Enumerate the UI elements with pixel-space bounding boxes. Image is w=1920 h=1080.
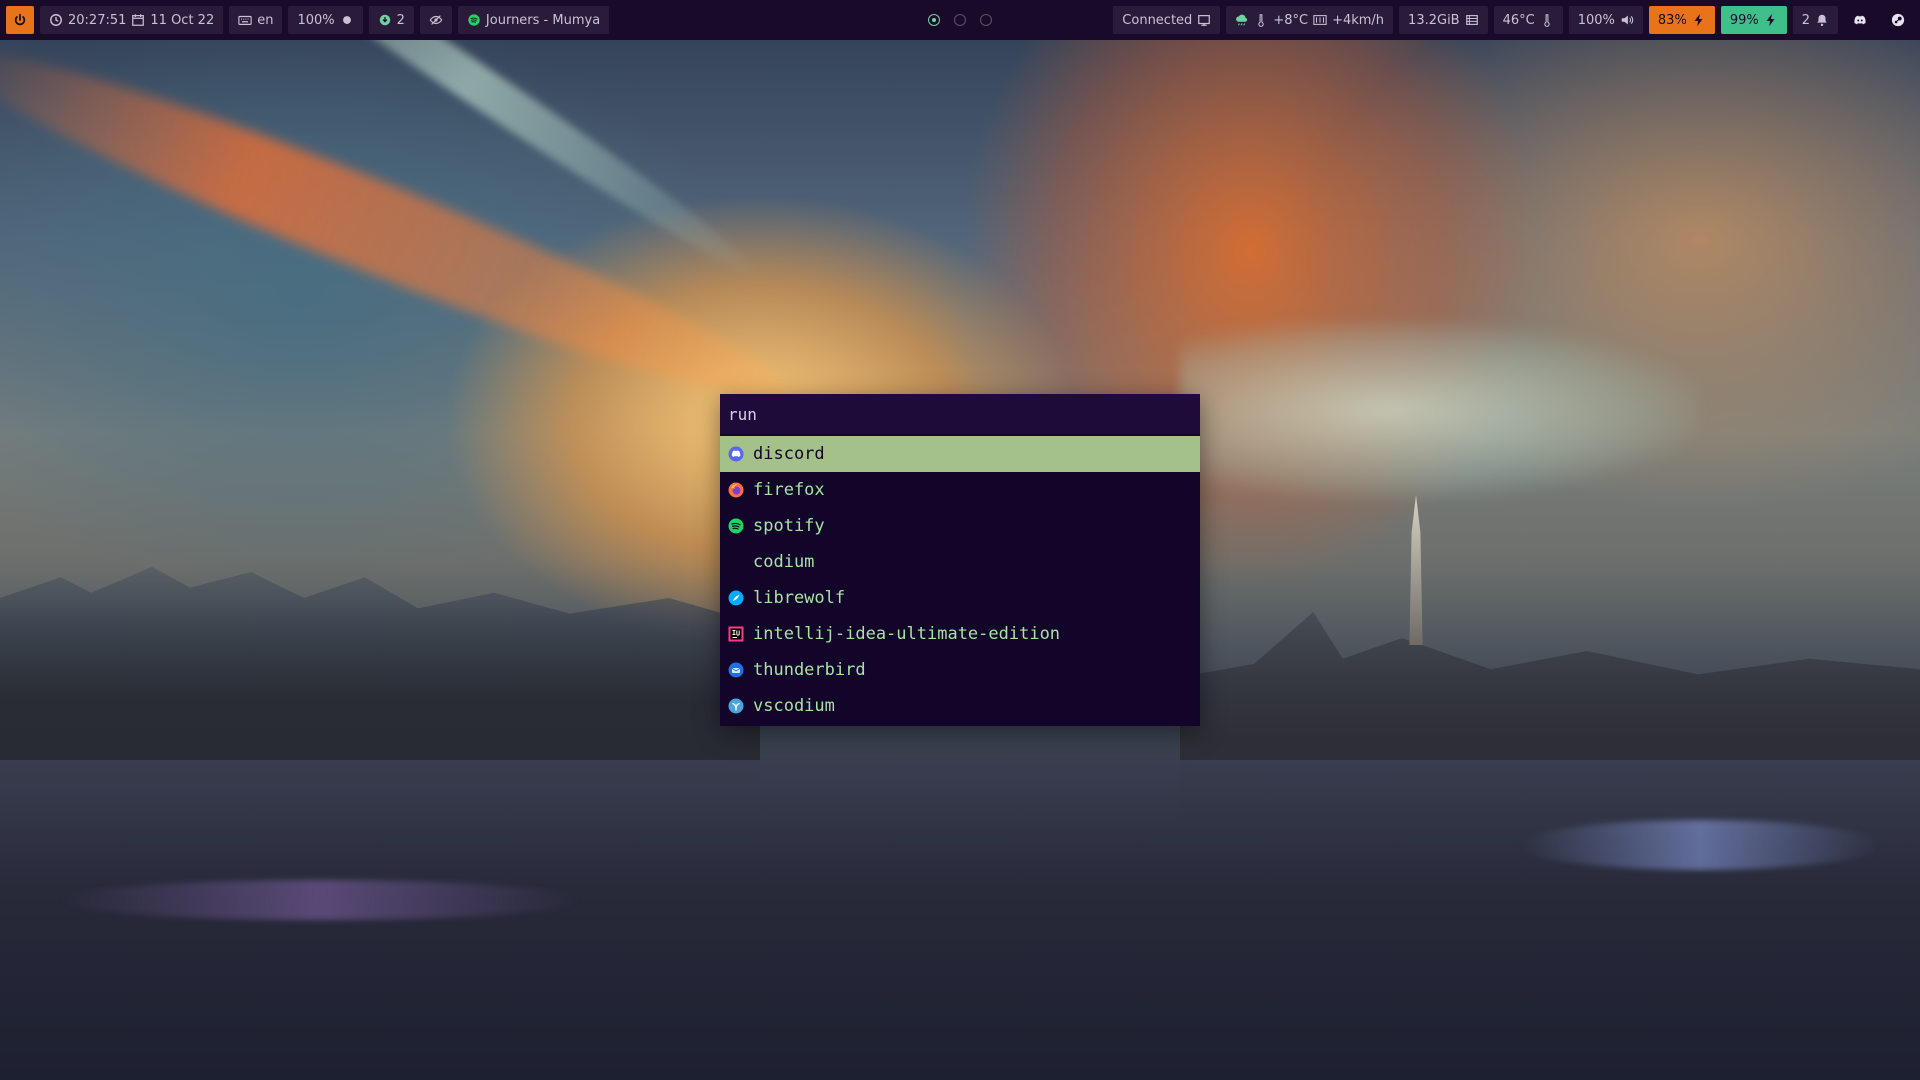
launcher-item-label: vscodium xyxy=(753,696,835,716)
media-player-module[interactable]: Journers - Mumya xyxy=(457,6,610,34)
volume-icon xyxy=(1620,13,1634,27)
launcher-prompt-label: run xyxy=(728,404,757,424)
network-status: Connected xyxy=(1122,12,1193,28)
wallpaper-cloud xyxy=(1180,320,1700,500)
cloud-rain-icon xyxy=(1235,13,1249,27)
updates-module[interactable]: 2 xyxy=(368,6,414,34)
wallpaper-water xyxy=(0,760,1920,1080)
updates-count: 2 xyxy=(396,12,405,28)
launcher-item-thunderbird[interactable]: thunderbird xyxy=(720,652,1200,688)
memory-value: 13.2GiB xyxy=(1408,12,1460,28)
keyboard-layout-module[interactable]: en xyxy=(229,6,283,34)
launcher-item-librewolf[interactable]: librewolf xyxy=(720,580,1200,616)
keyboard-icon xyxy=(238,13,252,27)
memory-icon xyxy=(1465,13,1479,27)
volume-module[interactable]: 100% xyxy=(1568,6,1643,34)
brightness-module[interactable]: 100% xyxy=(288,6,363,34)
weather-wind: +4km/h xyxy=(1332,12,1385,28)
bar-right-modules: Connected +8°C +4km/h 13.2GiB 46°C 100% … xyxy=(1113,6,1914,34)
discord-icon xyxy=(1853,13,1867,27)
clock-date: 11 Oct 22 xyxy=(150,12,215,28)
bar-left-modules: 20:27:51 11 Oct 22 en 100% 2 Journers - … xyxy=(6,6,610,34)
now-playing-label: Journers - Mumya xyxy=(485,12,601,28)
brightness-icon xyxy=(340,13,354,27)
tray-steam[interactable] xyxy=(1882,6,1914,34)
memory-module[interactable]: 13.2GiB xyxy=(1399,6,1488,34)
wind-icon xyxy=(1313,13,1327,27)
launcher-item-intellij[interactable]: intellij-idea-ultimate-edition xyxy=(720,616,1200,652)
launcher-item-label: firefox xyxy=(753,480,825,500)
bell-icon xyxy=(1815,13,1829,27)
workspace-indicators xyxy=(928,14,992,26)
app-launcher: run discord firefox spotify codium libre… xyxy=(720,394,1200,726)
tray-discord[interactable] xyxy=(1844,6,1876,34)
launcher-prompt[interactable]: run xyxy=(720,394,1200,434)
power-button[interactable] xyxy=(6,6,34,34)
temperature-module[interactable]: 46°C xyxy=(1493,6,1563,34)
launcher-item-label: spotify xyxy=(753,516,825,536)
launcher-item-firefox[interactable]: firefox xyxy=(720,472,1200,508)
intellij-icon xyxy=(728,626,744,642)
top-bar: 20:27:51 11 Oct 22 en 100% 2 Journers - … xyxy=(0,0,1920,40)
clock-icon xyxy=(49,13,63,27)
firefox-icon xyxy=(728,482,744,498)
update-icon xyxy=(378,13,392,27)
discord-icon xyxy=(728,446,744,462)
battery-module-2[interactable]: 99% xyxy=(1720,6,1787,34)
spotify-icon xyxy=(467,13,481,27)
eye-slash-icon xyxy=(429,13,443,27)
cpu-temperature: 46°C xyxy=(1502,12,1535,28)
wallpaper-reflection xyxy=(60,880,580,920)
workspace-3[interactable] xyxy=(980,14,992,26)
brightness-value: 100% xyxy=(297,12,335,28)
volume-value: 100% xyxy=(1577,12,1615,28)
network-module[interactable]: Connected xyxy=(1113,6,1221,34)
charging-icon xyxy=(1692,13,1706,27)
vscodium-icon xyxy=(728,698,744,714)
workspace-1[interactable] xyxy=(928,14,940,26)
launcher-item-codium[interactable]: codium xyxy=(720,544,1200,580)
thermometer-icon xyxy=(1254,13,1268,27)
keyboard-layout-label: en xyxy=(257,12,274,28)
battery-2-value: 99% xyxy=(1729,12,1759,28)
launcher-item-spotify[interactable]: spotify xyxy=(720,508,1200,544)
battery-1-value: 83% xyxy=(1657,12,1687,28)
wallpaper-reflection xyxy=(1520,820,1880,870)
clock-time: 20:27:51 xyxy=(68,12,127,28)
launcher-item-label: intellij-idea-ultimate-edition xyxy=(753,624,1061,644)
thunderbird-icon xyxy=(728,662,744,678)
launcher-item-vscodium[interactable]: vscodium xyxy=(720,688,1200,724)
thermometer-icon xyxy=(1540,13,1554,27)
librewolf-icon xyxy=(728,590,744,606)
notifications-module[interactable]: 2 xyxy=(1792,6,1838,34)
launcher-item-label: thunderbird xyxy=(753,660,866,680)
launcher-item-label: discord xyxy=(753,444,825,464)
battery-module-1[interactable]: 83% xyxy=(1648,6,1715,34)
launcher-list: discord firefox spotify codium librewolf xyxy=(720,434,1200,724)
launcher-item-label: codium xyxy=(753,552,815,572)
ethernet-icon xyxy=(1197,13,1211,27)
idle-inhibitor-module[interactable] xyxy=(419,6,452,34)
steam-icon xyxy=(1891,13,1905,27)
spotify-icon xyxy=(728,518,744,534)
calendar-icon xyxy=(131,13,145,27)
launcher-item-discord[interactable]: discord xyxy=(720,436,1200,472)
weather-module[interactable]: +8°C +4km/h xyxy=(1226,6,1394,34)
charging-icon xyxy=(1764,13,1778,27)
launcher-item-label: librewolf xyxy=(753,588,846,608)
notifications-count: 2 xyxy=(1801,12,1810,28)
blank-icon xyxy=(728,554,744,570)
power-icon xyxy=(13,13,27,27)
clock-module[interactable]: 20:27:51 11 Oct 22 xyxy=(40,6,224,34)
weather-temperature: +8°C xyxy=(1273,12,1309,28)
workspace-2[interactable] xyxy=(954,14,966,26)
